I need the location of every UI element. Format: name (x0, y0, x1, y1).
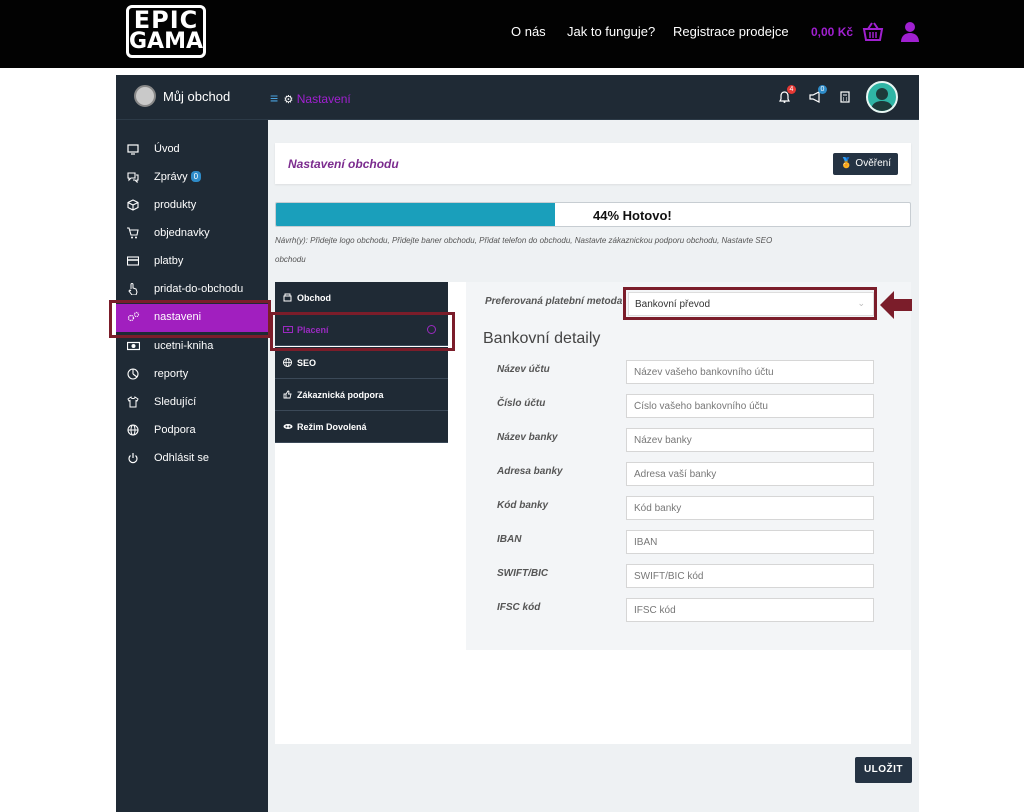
globe-icon (127, 424, 141, 438)
completion-progress-bar: 44% Hotovo! (275, 202, 911, 227)
bank-address-label: Adresa banky (497, 466, 563, 477)
sidebar-item-platby[interactable]: platby (116, 248, 268, 276)
megaphone-icon[interactable]: 0 (809, 85, 827, 108)
payment-method-label: Preferovaná platební metoda (485, 296, 623, 307)
account-name-input[interactable] (626, 360, 874, 384)
ifsc-label: IFSC kód (497, 602, 541, 613)
ifsc-input[interactable] (626, 598, 874, 622)
chat-icon (127, 171, 141, 185)
bank-code-input[interactable] (626, 496, 874, 520)
thumbs-up-icon (283, 390, 292, 401)
tab-rezim-dovolena[interactable]: Režim Dovolená (275, 411, 448, 443)
account-number-label: Číslo účtu (497, 398, 546, 409)
calculator-icon[interactable] (840, 90, 850, 108)
annotation-highlight-sidebar (109, 300, 271, 338)
nav-about-link[interactable]: O nás (511, 24, 546, 39)
shop-avatar[interactable] (134, 85, 156, 107)
account-name-label: Název účtu (497, 364, 550, 375)
sidebar-item-reporty[interactable]: reporty (116, 361, 268, 389)
tab-obchod[interactable]: Obchod (275, 282, 448, 314)
bank-code-label: Kód banky (497, 500, 549, 511)
progress-fill (276, 203, 555, 226)
power-icon (127, 452, 141, 466)
sidebar-item-produkty[interactable]: produkty (116, 192, 268, 220)
sidebar-item-podpora[interactable]: Podpora (116, 417, 268, 445)
medal-icon: 🏅 (840, 158, 853, 169)
sidebar: Úvod Zprávy 0 produkty objednavky platby … (116, 120, 268, 812)
shop-name[interactable]: Můj obchod (163, 89, 230, 104)
nav-register-link[interactable]: Registrace prodejce (673, 24, 789, 39)
store-icon (283, 293, 292, 304)
pie-chart-icon (127, 368, 141, 382)
bell-icon[interactable]: 4 (779, 85, 796, 108)
box-icon (127, 199, 141, 213)
annotation-highlight-select (623, 287, 877, 320)
brand-logo[interactable]: EPIC GAMA (126, 5, 206, 58)
cart-amount[interactable]: 0,00 Kč (811, 25, 853, 39)
swift-bic-input[interactable] (626, 564, 874, 588)
annotation-arrow-icon (880, 290, 912, 325)
suggestions-text: Návrh(y): Přidejte logo obchodu, Přidejt… (275, 236, 773, 264)
gears-icon: ⚙ (283, 94, 294, 106)
avatar[interactable] (866, 81, 898, 113)
account-number-input[interactable] (626, 394, 874, 418)
save-button[interactable]: ULOŽIT (855, 757, 912, 783)
user-icon[interactable] (901, 22, 919, 47)
cart-icon (127, 227, 141, 241)
basket-icon[interactable] (862, 22, 884, 47)
money-icon (126, 340, 141, 354)
top-navbar: EPIC GAMA O nás Jak to funguje? Registra… (0, 0, 1024, 68)
settings-title-card: Nastavení obchodu 🏅 Ověření (275, 143, 911, 184)
monitor-icon (127, 143, 141, 157)
page-title: Nastavení obchodu (288, 157, 399, 171)
plane-icon (283, 422, 293, 433)
sidebar-item-uvod[interactable]: Úvod (116, 136, 268, 164)
dashboard-header: Můj obchod ≡ ⚙ Nastavení 4 0 (116, 75, 919, 120)
verify-button[interactable]: 🏅 Ověření (833, 153, 898, 175)
progress-text: 44% Hotovo! (593, 208, 672, 223)
bank-name-label: Název banky (497, 432, 558, 443)
nav-how-link[interactable]: Jak to funguje? (567, 24, 655, 39)
shirt-icon (127, 396, 141, 410)
tab-seo[interactable]: SEO (275, 347, 448, 379)
bank-address-input[interactable] (626, 462, 874, 486)
messages-badge: 0 (190, 171, 202, 182)
sidebar-item-zpravy[interactable]: Zprávy 0 (116, 164, 268, 192)
hand-pointer-icon (127, 283, 141, 297)
iban-input[interactable] (626, 530, 874, 554)
header-breadcrumb[interactable]: ≡ ⚙ Nastavení (270, 90, 351, 106)
sidebar-item-objednavky[interactable]: objednavky (116, 220, 268, 248)
bank-details-heading: Bankovní detaily (483, 330, 601, 347)
tab-zakaznicka-podpora[interactable]: Zákaznická podpora (275, 379, 448, 411)
announcement-badge: 0 (818, 85, 827, 94)
sidebar-item-sledujici[interactable]: Sledující (116, 389, 268, 417)
notification-badge: 4 (787, 85, 796, 94)
bank-name-input[interactable] (626, 428, 874, 452)
globe-icon (283, 358, 292, 369)
iban-label: IBAN (497, 534, 522, 545)
annotation-highlight-tab (270, 312, 455, 351)
swift-bic-label: SWIFT/BIC (497, 568, 549, 579)
sidebar-item-odhlasit[interactable]: Odhlásit se (116, 445, 268, 473)
menu-icon[interactable]: ≡ (270, 90, 278, 106)
credit-card-icon (126, 255, 141, 269)
